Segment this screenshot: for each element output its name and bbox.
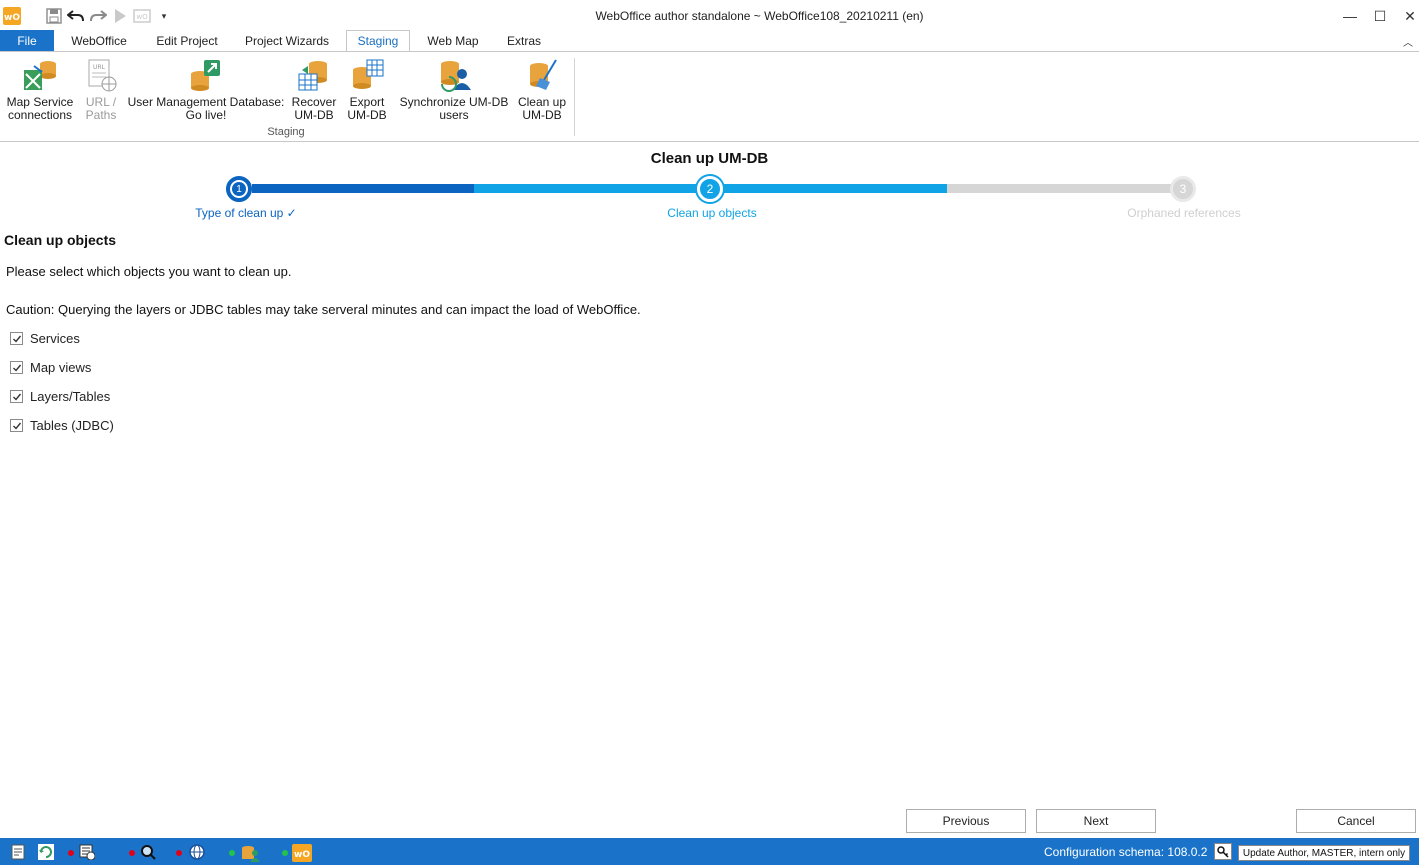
- step-3-label: Orphaned references: [1127, 206, 1241, 220]
- tables-jdbc-checkbox[interactable]: [10, 419, 23, 432]
- minimize-button[interactable]: —: [1335, 4, 1365, 28]
- configuration-schema-text: Configuration schema: 108.0.2: [1044, 845, 1208, 859]
- intro-text: Please select which objects you want to …: [6, 264, 292, 279]
- status-bar: wO Configuration schema: 108.0.2 Update …: [0, 838, 1419, 865]
- umdb-go-live-icon: [188, 58, 224, 92]
- caution-text: Caution: Querying the layers or JDBC tab…: [6, 302, 641, 317]
- step-2-circle[interactable]: 2: [697, 176, 723, 202]
- database-user-icon[interactable]: [240, 844, 260, 862]
- status-dot-green: [282, 850, 288, 856]
- document-icon[interactable]: [10, 844, 26, 860]
- synchronize-users-label-2: users: [439, 108, 469, 122]
- synchronize-users-button[interactable]: Synchronize UM-DB users: [398, 58, 510, 122]
- map-service-label-2: connections: [7, 108, 73, 122]
- step-1-label: Type of clean up ✓: [195, 206, 297, 220]
- step-3-circle[interactable]: 3: [1170, 176, 1196, 202]
- tab-edit-project[interactable]: Edit Project: [144, 30, 230, 52]
- update-author-field[interactable]: Update Author, MASTER, intern only: [1238, 845, 1410, 861]
- option-map-views[interactable]: Map views: [10, 360, 91, 375]
- cancel-button[interactable]: Cancel: [1296, 809, 1416, 833]
- recover-umdb-label-2: UM-DB: [294, 108, 334, 122]
- svg-text:wO: wO: [294, 850, 310, 860]
- option-layers-tables[interactable]: Layers/Tables: [10, 389, 110, 404]
- clean-up-umdb-button[interactable]: Clean up UM-DB: [516, 58, 568, 122]
- next-button[interactable]: Next: [1036, 809, 1156, 833]
- url-paths-label-2: Paths: [85, 108, 117, 122]
- url-paths-icon: URL: [83, 58, 119, 92]
- map-views-label: Map views: [30, 360, 92, 375]
- tab-staging[interactable]: Staging: [346, 30, 410, 52]
- tab-weboffice[interactable]: WebOffice: [58, 30, 140, 52]
- previous-button[interactable]: Previous: [906, 809, 1026, 833]
- tab-file[interactable]: File: [0, 30, 54, 52]
- layers-tables-label: Layers/Tables: [30, 389, 111, 404]
- services-checkbox[interactable]: [10, 332, 23, 345]
- export-umdb-label-2: UM-DB: [347, 108, 387, 122]
- progress-bar-step3: [947, 184, 1171, 193]
- tab-project-wizards[interactable]: Project Wizards: [234, 30, 340, 52]
- recover-umdb-button[interactable]: Recover UM-DB: [290, 58, 338, 122]
- status-dot-red: [176, 850, 182, 856]
- option-services[interactable]: Services: [10, 331, 80, 346]
- search-service-icon[interactable]: [140, 844, 156, 860]
- map-service-connections-button[interactable]: Map Service connections: [4, 58, 76, 122]
- collapse-ribbon-icon[interactable]: ︿: [1403, 34, 1413, 49]
- map-service-status-icon[interactable]: [79, 844, 96, 861]
- weboffice-status-icon[interactable]: wO: [292, 844, 312, 862]
- maximize-button[interactable]: ☐: [1365, 4, 1395, 28]
- export-umdb-icon: [349, 58, 385, 92]
- layers-tables-checkbox[interactable]: [10, 390, 23, 403]
- option-tables-jdbc[interactable]: Tables (JDBC): [10, 418, 114, 433]
- tab-extras[interactable]: Extras: [496, 30, 552, 52]
- close-button[interactable]: ✕: [1395, 4, 1419, 28]
- ribbon-panel: Map Service connections URL URL / Paths …: [0, 51, 1419, 142]
- key-icon[interactable]: [1214, 843, 1232, 860]
- tab-web-map[interactable]: Web Map: [416, 30, 490, 52]
- section-title: Clean up objects: [4, 232, 117, 248]
- clean-up-umdb-label-2: UM-DB: [522, 108, 562, 122]
- status-dot-green: [229, 850, 235, 856]
- window-title: WebOffice author standalone ~ WebOffice1…: [595, 9, 924, 23]
- umdb-go-live-label-2: Go live!: [185, 108, 227, 122]
- tables-jdbc-label: Tables (JDBC): [30, 418, 114, 433]
- umdb-go-live-button[interactable]: User Management Database: Go live!: [126, 58, 286, 122]
- wizard-title: Clean up UM-DB: [650, 150, 769, 167]
- export-umdb-button[interactable]: Export UM-DB: [344, 58, 390, 122]
- title-bar: wO wO ▾ WebOffice author standalone ~ We…: [0, 0, 1419, 32]
- map-service-connections-icon: [22, 58, 58, 92]
- svg-text:URL: URL: [93, 64, 106, 71]
- ribbon-group-separator: [574, 58, 575, 136]
- url-paths-button[interactable]: URL URL / Paths: [82, 58, 120, 122]
- clean-up-umdb-icon: [524, 58, 560, 92]
- refresh-icon[interactable]: [38, 844, 54, 860]
- step-1-circle[interactable]: 1: [226, 176, 252, 202]
- step-2-label: Clean up objects: [667, 206, 757, 220]
- services-label: Services: [30, 331, 80, 346]
- globe-icon[interactable]: [189, 844, 205, 860]
- status-dot-red: [68, 850, 74, 856]
- ribbon-group-label: Staging: [267, 126, 305, 138]
- ribbon-tab-row: File WebOffice Edit Project Project Wiza…: [0, 30, 1419, 52]
- status-dot-red: [129, 850, 135, 856]
- map-views-checkbox[interactable]: [10, 361, 23, 374]
- recover-umdb-icon: [296, 58, 332, 92]
- step-1-number: 1: [232, 182, 246, 196]
- progress-bar-step1: [252, 184, 474, 193]
- synchronize-users-icon: [436, 58, 472, 92]
